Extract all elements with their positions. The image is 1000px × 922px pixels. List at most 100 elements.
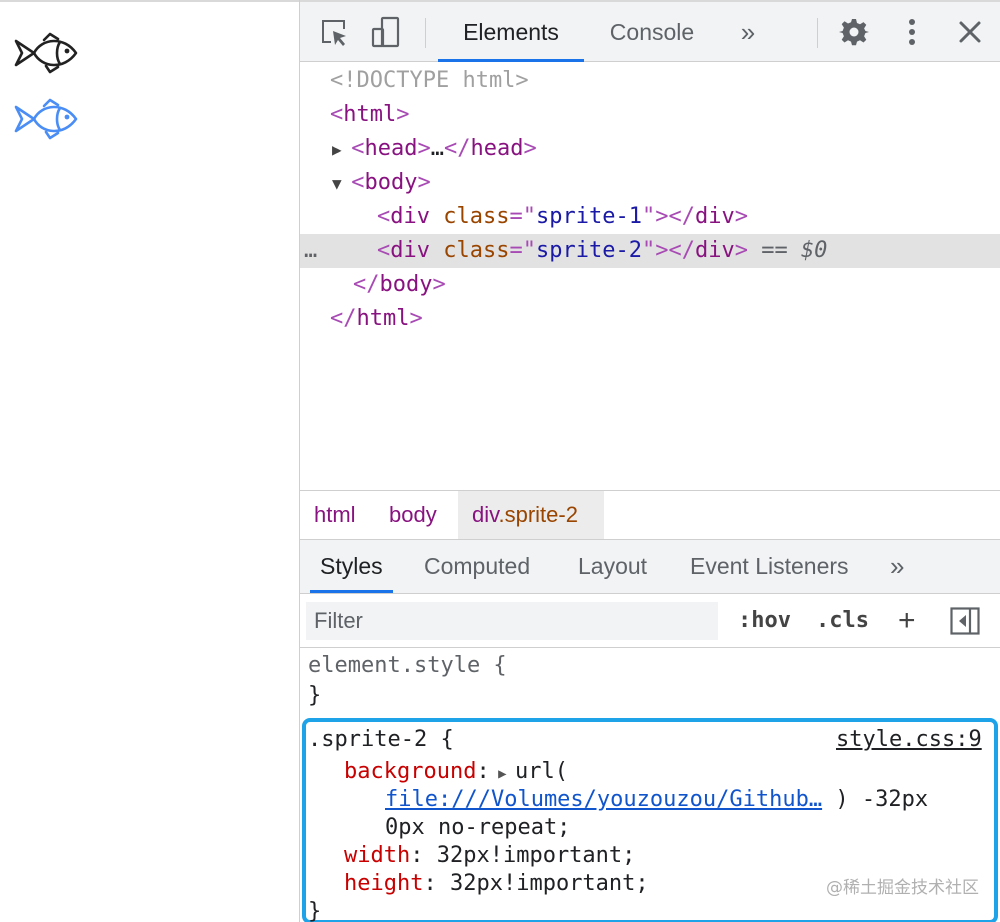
style-rules: element.style { } .sprite-2 { style.css:…: [300, 648, 1000, 922]
tag-name: body: [364, 170, 418, 195]
bracket: <: [351, 136, 365, 161]
attr-name: class: [443, 238, 510, 263]
toolbar-divider: [817, 18, 818, 48]
property-name: height: [344, 871, 424, 896]
dom-node-doctype[interactable]: <!DOCTYPE html>: [300, 64, 1000, 98]
bracket: >: [734, 204, 748, 229]
property-name: background: [344, 759, 477, 784]
bracket: <: [377, 238, 391, 263]
fish-sprite-2-icon: [14, 98, 78, 140]
tag-name: head: [470, 136, 524, 161]
bracket: >: [417, 170, 431, 195]
bracket: <: [330, 102, 344, 127]
watermark: @稀土掘金技术社区: [826, 878, 979, 898]
bracket: ></: [655, 238, 695, 263]
attr-equals: =": [509, 238, 536, 263]
property-value: 32px!important;: [436, 843, 636, 868]
background-value-line2: 0px no-repeat;: [385, 815, 571, 840]
sprite-2-selector[interactable]: .sprite-2 {: [308, 726, 454, 754]
dom-tree: <!DOCTYPE html> <html> ▶ <head>…</head> …: [300, 62, 1000, 490]
height-declaration[interactable]: height: 32px!important;: [344, 870, 649, 898]
tag-name: div: [390, 204, 430, 229]
dom-node-html[interactable]: <html>: [300, 98, 1000, 132]
row-actions-icon[interactable]: …: [304, 234, 317, 268]
tab-console[interactable]: Console: [600, 2, 704, 62]
styles-filter-bar: :hov .cls +: [300, 594, 1000, 648]
tag-name: div: [694, 238, 735, 263]
attr-equals: =": [509, 204, 536, 229]
tag-name: html: [343, 102, 397, 127]
tag-name: html: [356, 306, 410, 331]
property-value: 32px!important;: [449, 871, 649, 896]
tab-computed[interactable]: Computed: [424, 540, 530, 593]
close-brace: }: [308, 899, 322, 922]
bracket: >: [409, 306, 423, 331]
devtools-toolbar: Elements Console »: [300, 0, 1000, 62]
tag-name: head: [364, 136, 418, 161]
dom-node-sprite-1[interactable]: <div class="sprite-1"></div>: [300, 200, 1000, 234]
selected-marker: == $0: [761, 238, 828, 263]
tag-name: div: [390, 238, 430, 263]
bracket: >: [417, 136, 431, 161]
tab-styles[interactable]: Styles: [310, 540, 393, 593]
devtools-panel: Elements Console » <!DOCTYPE html> <html…: [299, 0, 1000, 922]
dom-node-body-close[interactable]: </body>: [300, 268, 1000, 302]
styles-filter-input[interactable]: [306, 602, 718, 640]
tab-layout[interactable]: Layout: [578, 540, 647, 593]
attr-quote: ": [641, 204, 656, 229]
toolbar-divider: [425, 18, 426, 48]
more-tabs-icon[interactable]: »: [890, 540, 904, 593]
dom-node-body[interactable]: ▼ <body>: [300, 166, 1000, 200]
dom-node-head[interactable]: ▶ <head>…</head>: [300, 132, 1000, 166]
more-tabs-icon[interactable]: »: [730, 2, 766, 62]
breadcrumb-body[interactable]: body: [375, 491, 451, 539]
close-icon[interactable]: [954, 16, 986, 48]
dom-node-sprite-2-selected[interactable]: … <div class="sprite-2"></div> == $0: [300, 234, 1000, 268]
background-url-line: file:///Volumes/youzouzou/Github… ) -32p…: [385, 786, 928, 814]
bracket: </: [330, 306, 357, 331]
page-viewport: [0, 0, 299, 922]
tab-event-listeners[interactable]: Event Listeners: [690, 540, 849, 593]
attr-quote: ": [641, 238, 656, 263]
attr-value: sprite-2: [535, 238, 642, 263]
breadcrumb-html[interactable]: html: [300, 491, 370, 539]
dom-node-html-close[interactable]: </html>: [300, 302, 1000, 336]
device-toggle-icon[interactable]: [370, 16, 402, 48]
bracket: <: [351, 170, 365, 195]
gear-icon[interactable]: [838, 16, 870, 48]
expand-triangle-icon[interactable]: ▶: [332, 140, 351, 159]
tag-name: body: [379, 272, 433, 297]
url-open: url(: [515, 759, 568, 784]
collapse-triangle-icon[interactable]: ▼: [332, 174, 351, 193]
tag-name: div: [694, 204, 735, 229]
element-style-selector[interactable]: element.style {: [308, 652, 507, 680]
style-source-link[interactable]: style.css:9: [836, 726, 982, 754]
bracket: >: [734, 238, 748, 263]
property-name: width: [344, 843, 411, 868]
hov-toggle[interactable]: :hov: [738, 602, 791, 640]
breadcrumb: html body div.sprite-2: [300, 490, 1000, 540]
toggle-sidebar-icon[interactable]: [950, 607, 980, 635]
fish-sprite-1-icon: [14, 32, 78, 74]
close-brace: }: [308, 683, 322, 708]
background-declaration[interactable]: background: ▶ url(: [344, 758, 568, 788]
styles-tabbar: Styles Computed Layout Event Listeners »: [300, 540, 1000, 594]
kebab-menu-icon[interactable]: [896, 16, 928, 48]
width-declaration[interactable]: width: 32px!important;: [344, 842, 635, 870]
cls-toggle[interactable]: .cls: [816, 602, 869, 640]
new-rule-plus-icon[interactable]: +: [898, 602, 916, 640]
collapsed-ellipsis[interactable]: …: [431, 136, 444, 161]
tab-elements[interactable]: Elements: [438, 2, 584, 62]
background-url-link[interactable]: file:///Volumes/youzouzou/Github…: [385, 787, 822, 812]
background-value-tail: ) -32px: [835, 787, 929, 812]
breadcrumb-div-sprite-2[interactable]: div.sprite-2: [458, 491, 604, 539]
bracket: ></: [655, 204, 695, 229]
bracket: >: [432, 272, 446, 297]
selector-text: element.style {: [308, 653, 507, 678]
inspect-element-icon[interactable]: [318, 16, 350, 48]
attr-name: class: [443, 204, 510, 229]
bracket: >: [523, 136, 537, 161]
attr-value: sprite-1: [535, 204, 642, 229]
bracket: </: [444, 136, 471, 161]
doctype-text: <!DOCTYPE html>: [330, 68, 529, 93]
